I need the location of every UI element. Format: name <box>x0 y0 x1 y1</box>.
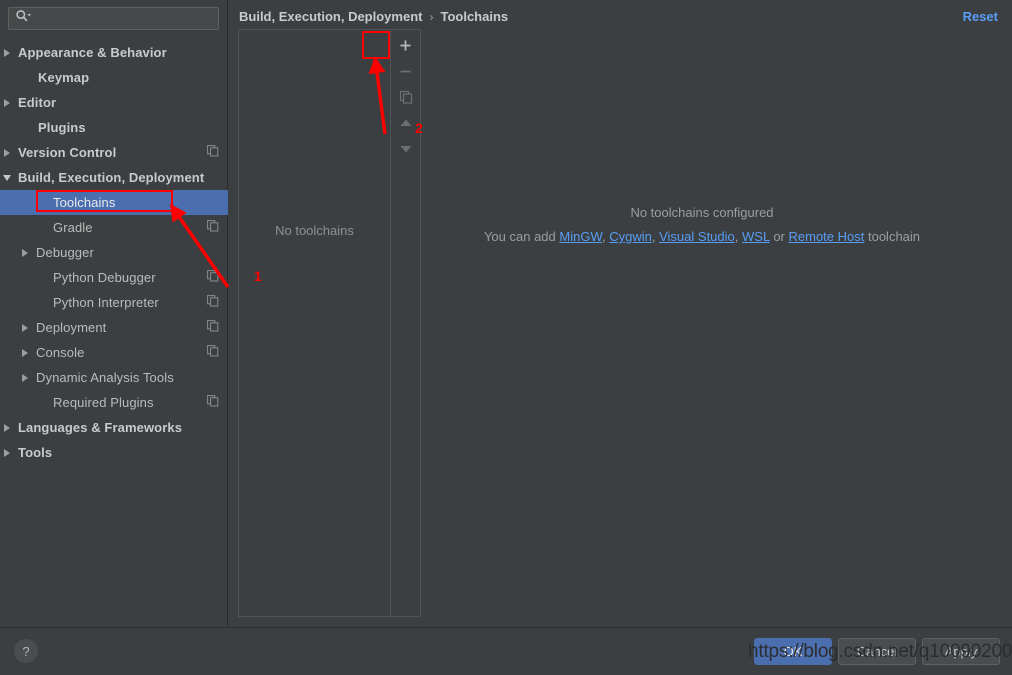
sidebar-item-version-control[interactable]: Version Control <box>0 140 228 165</box>
chevron-right-icon[interactable] <box>18 240 32 265</box>
reset-link[interactable]: Reset <box>963 9 998 24</box>
sidebar-item-label: Appearance & Behavior <box>18 45 167 60</box>
or-word: or <box>769 229 789 244</box>
chevron-right-icon[interactable] <box>0 415 14 440</box>
chevron-right-icon[interactable] <box>0 90 14 115</box>
chevron-down-icon[interactable] <box>0 165 14 190</box>
copy-settings-icon[interactable] <box>207 144 219 162</box>
search-field-wrapper <box>8 7 219 30</box>
sidebar-item-label: Languages & Frameworks <box>18 420 183 435</box>
chevron-right-icon[interactable] <box>0 140 14 165</box>
sidebar-item-label: Required Plugins <box>53 395 154 410</box>
sidebar-item-build-execution-deployment[interactable]: Build, Execution, Deployment <box>0 165 228 190</box>
sidebar-item-label: Console <box>36 345 85 360</box>
empty-state-prefix: You can add <box>483 229 560 244</box>
breadcrumb-separator-icon: › <box>429 9 434 24</box>
sidebar-item-label: Plugins <box>38 120 86 135</box>
sidebar-item-keymap[interactable]: Keymap <box>0 65 228 90</box>
sidebar-item-label: Keymap <box>38 70 90 85</box>
chevron-right-icon[interactable] <box>18 365 32 390</box>
move-up-button <box>393 110 419 136</box>
settings-content: Build, Execution, Deployment › Toolchain… <box>229 0 1012 627</box>
sidebar-item-deployment[interactable]: Deployment <box>0 315 228 340</box>
sidebar-item-label: Python Debugger <box>53 270 156 285</box>
sidebar-item-appearance-behavior[interactable]: Appearance & Behavior <box>0 40 228 65</box>
search-input[interactable] <box>8 7 219 30</box>
sidebar-item-label: Version Control <box>18 145 117 160</box>
copy-settings-icon[interactable] <box>207 319 219 337</box>
sep-3: , <box>734 229 742 244</box>
empty-state-title: No toolchains configured <box>630 205 774 220</box>
dialog-button-row: OK Cancel Apply <box>754 638 1000 665</box>
sidebar-item-label: Dynamic Analysis Tools <box>36 370 174 385</box>
sidebar-item-label: Toolchains <box>53 195 116 210</box>
sidebar-item-label: Tools <box>18 445 53 460</box>
copy-settings-icon[interactable] <box>207 294 219 312</box>
search-icon <box>15 9 31 28</box>
toolchain-toolbar <box>391 29 421 617</box>
sidebar-item-python-interpreter[interactable]: Python Interpreter <box>0 290 228 315</box>
breadcrumb: Build, Execution, Deployment › Toolchain… <box>239 9 508 24</box>
sidebar-item-debugger[interactable]: Debugger <box>0 240 228 265</box>
link-wsl[interactable]: WSL <box>742 229 770 244</box>
add-toolchain-button[interactable] <box>393 32 419 58</box>
sidebar-item-label: Build, Execution, Deployment <box>18 170 205 185</box>
sidebar-item-label: Deployment <box>36 320 107 335</box>
remove-toolchain-button <box>393 58 419 84</box>
copy-settings-icon[interactable] <box>207 394 219 412</box>
link-remote-host[interactable]: Remote Host <box>789 229 865 244</box>
sidebar-item-label: Python Interpreter <box>53 295 159 310</box>
apply-button[interactable]: Apply <box>922 638 1000 665</box>
copy-settings-icon[interactable] <box>207 269 219 287</box>
copy-settings-icon[interactable] <box>207 219 219 237</box>
sidebar-item-label: Editor <box>18 95 57 110</box>
sidebar-item-toolchains[interactable]: Toolchains <box>0 190 228 215</box>
sidebar-item-languages-frameworks[interactable]: Languages & Frameworks <box>0 415 228 440</box>
copy-settings-icon[interactable] <box>207 344 219 362</box>
link-visual-studio[interactable]: Visual Studio <box>659 229 735 244</box>
sidebar-item-label: Debugger <box>36 245 94 260</box>
settings-sidebar: Appearance & Behavior Keymap Editor Plugins… <box>0 0 228 627</box>
empty-state-subtitle: You can add MinGW, Cygwin, Visual Studio… <box>392 229 1012 244</box>
sidebar-item-python-debugger[interactable]: Python Debugger <box>0 265 228 290</box>
link-cygwin[interactable]: Cygwin <box>609 229 652 244</box>
breadcrumb-root[interactable]: Build, Execution, Deployment <box>239 9 422 24</box>
toolchain-list-empty-label: No toolchains <box>275 223 354 238</box>
move-down-button <box>393 136 419 162</box>
sidebar-item-required-plugins[interactable]: Required Plugins <box>0 390 228 415</box>
dialog-footer: ? OK Cancel Apply <box>0 627 1012 675</box>
help-button[interactable]: ? <box>14 639 38 663</box>
sidebar-item-editor[interactable]: Editor <box>0 90 228 115</box>
chevron-right-icon[interactable] <box>18 315 32 340</box>
sidebar-item-tools[interactable]: Tools <box>0 440 228 465</box>
cancel-button[interactable]: Cancel <box>838 638 916 665</box>
empty-state-message: No toolchains configured You can add Min… <box>392 205 1012 244</box>
sidebar-item-dynamic-analysis-tools[interactable]: Dynamic Analysis Tools <box>0 365 228 390</box>
settings-dialog: Appearance & Behavior Keymap Editor Plugins… <box>0 0 1012 675</box>
chevron-right-icon[interactable] <box>0 440 14 465</box>
breadcrumb-leaf: Toolchains <box>440 9 509 24</box>
chevron-right-icon[interactable] <box>18 340 32 365</box>
ok-button[interactable]: OK <box>754 638 832 665</box>
sidebar-item-gradle[interactable]: Gradle <box>0 215 228 240</box>
sidebar-item-plugins[interactable]: Plugins <box>0 115 228 140</box>
sidebar-item-console[interactable]: Console <box>0 340 228 365</box>
empty-state-suffix: toolchain <box>864 229 921 244</box>
copy-toolchain-button <box>393 84 419 110</box>
toolchain-list-panel[interactable]: No toolchains <box>238 29 391 617</box>
sidebar-item-label: Gradle <box>53 220 93 235</box>
link-mingw[interactable]: MinGW <box>559 229 602 244</box>
settings-tree: Appearance & Behavior Keymap Editor Plugins… <box>0 40 228 465</box>
chevron-right-icon[interactable] <box>0 40 14 65</box>
